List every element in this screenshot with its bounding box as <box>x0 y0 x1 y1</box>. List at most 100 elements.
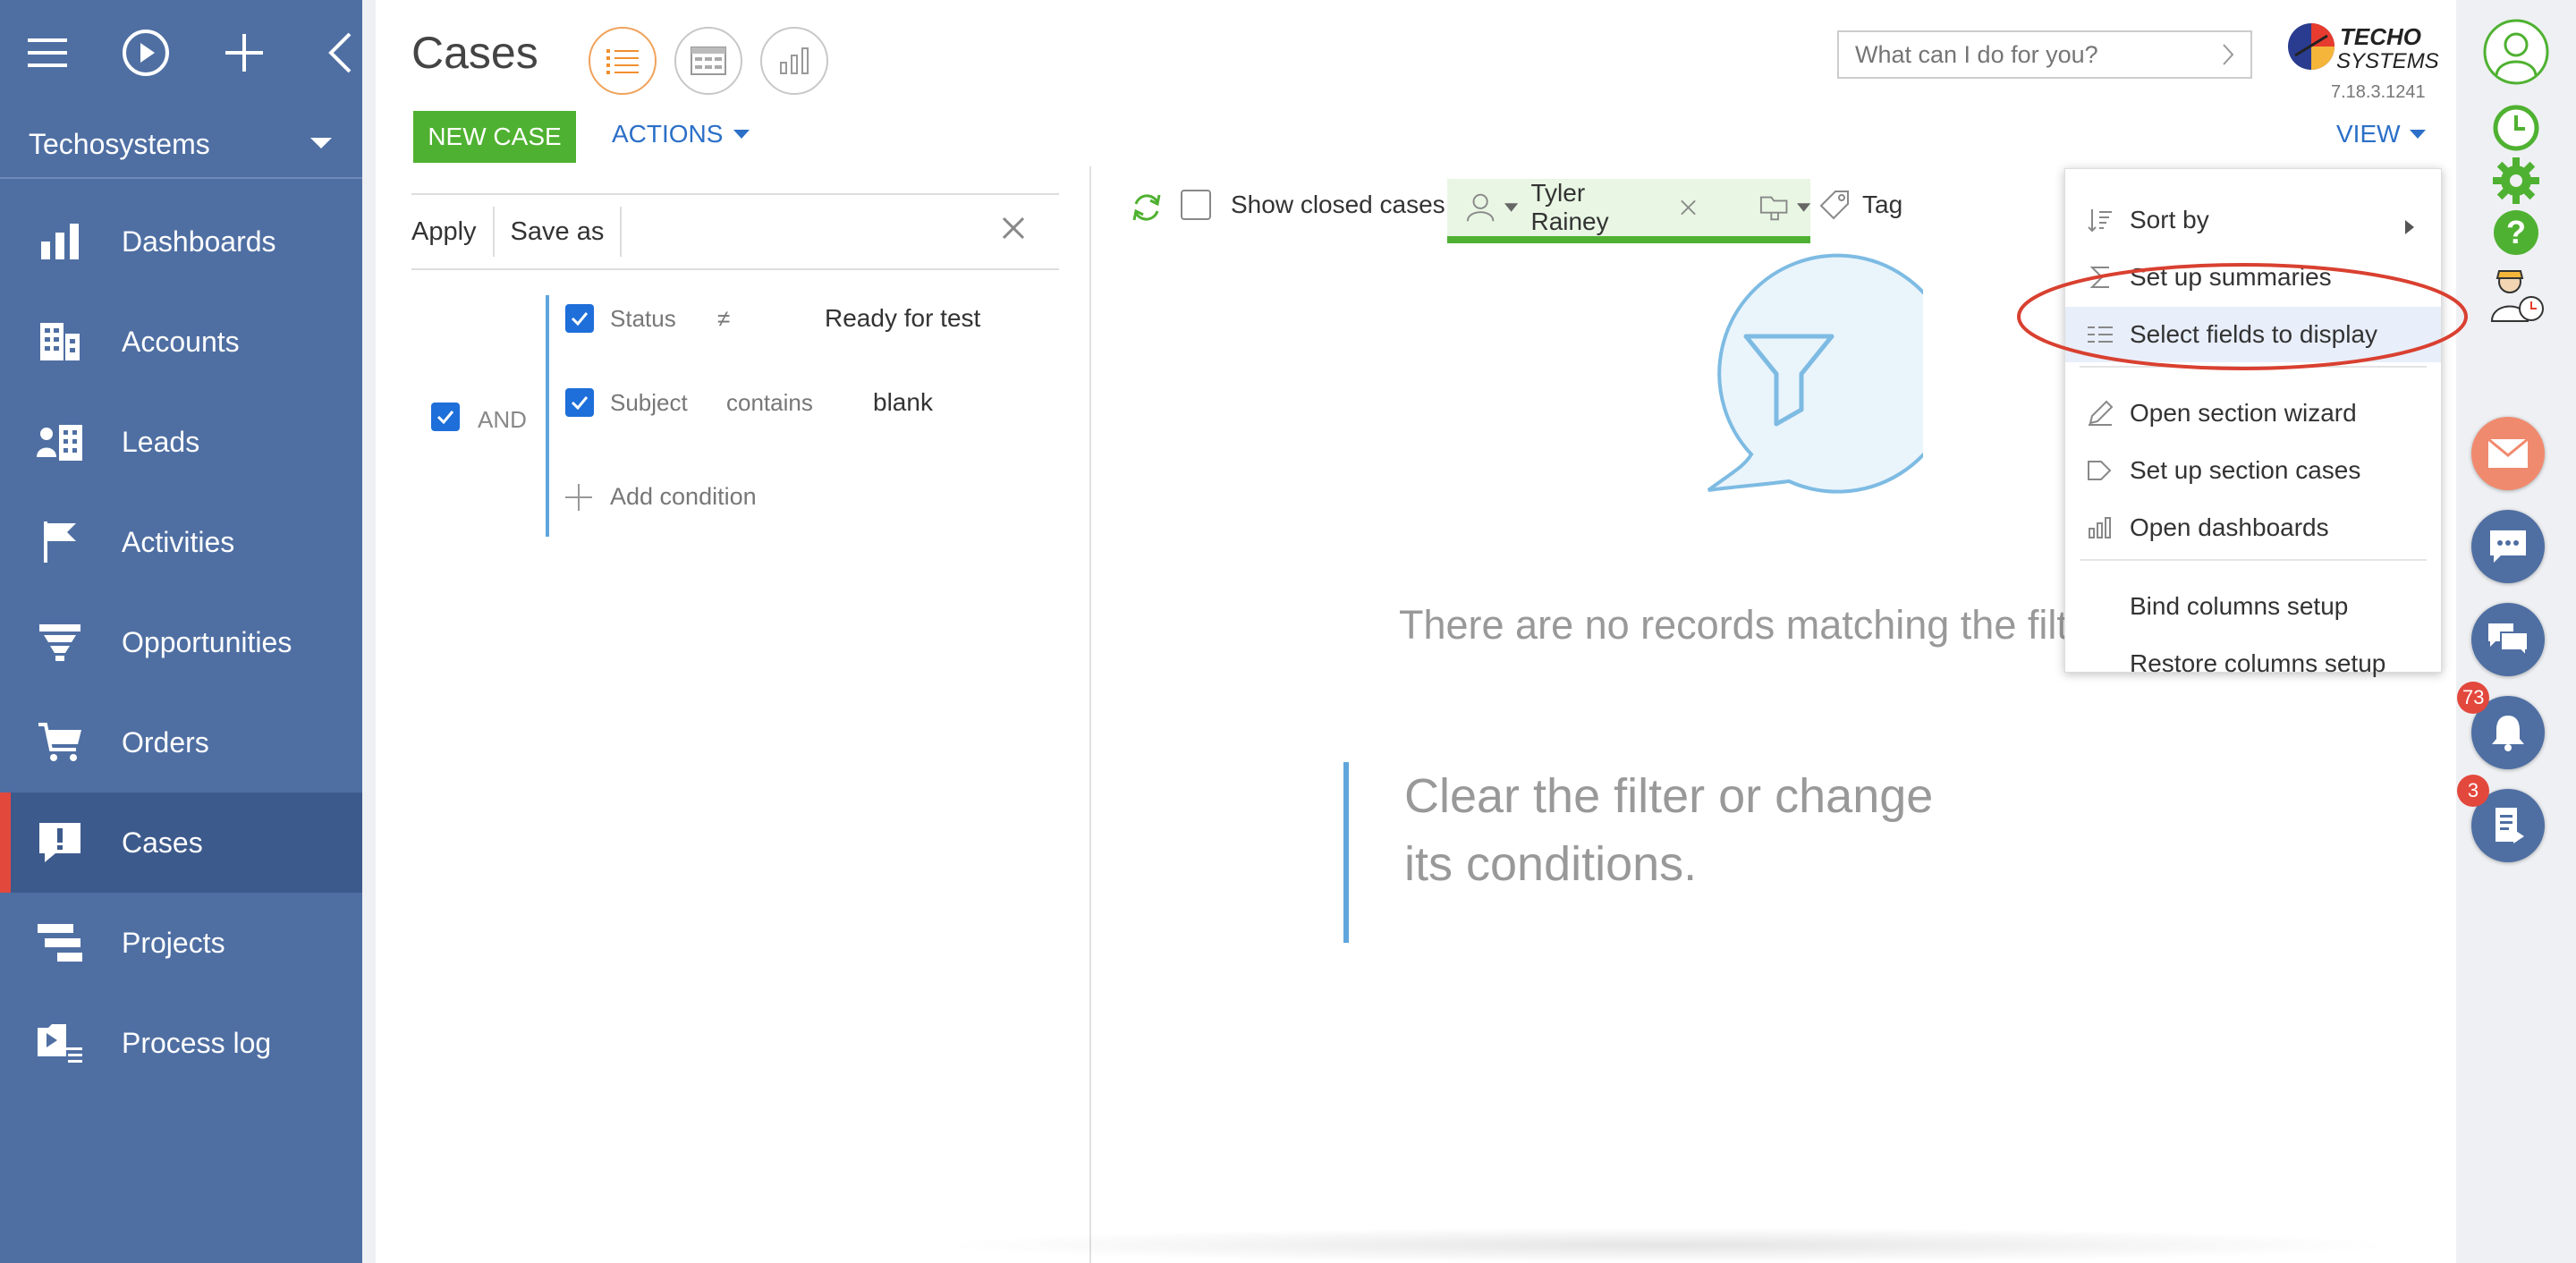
condition-checkbox[interactable] <box>565 304 594 333</box>
owner-quick-filter[interactable]: Tyler Rainey <box>1447 179 1811 243</box>
close-icon[interactable] <box>1002 216 1025 240</box>
hamburger-icon[interactable] <box>25 29 70 77</box>
menu-item-label: Sort by <box>2130 206 2209 233</box>
list-view-button[interactable] <box>589 27 657 95</box>
menu-item-set-up-section-cases[interactable]: Set up section cases <box>2065 443 2441 498</box>
process-arrow-icon <box>2085 455 2115 486</box>
chevron-down-icon[interactable] <box>1796 203 1811 212</box>
condition-field[interactable]: Subject <box>610 389 688 417</box>
menu-separator <box>2080 559 2427 561</box>
command-search[interactable] <box>1837 30 2252 79</box>
workspace-selector[interactable]: Techosystems <box>0 111 362 179</box>
show-closed-cases-toggle[interactable]: Show closed cases <box>1181 190 1445 220</box>
sidebar-item-label: Orders <box>122 725 209 759</box>
condition-checkbox[interactable] <box>565 388 594 417</box>
empty-state-hint: Clear the filter or change its condition… <box>1343 762 1970 943</box>
sidebar-item-cases[interactable]: Cases <box>0 793 362 893</box>
chevron-down-icon <box>2409 130 2426 139</box>
show-closed-checkbox[interactable] <box>1181 190 1211 220</box>
chevron-right-icon[interactable] <box>2222 43 2234 66</box>
search-input[interactable] <box>1855 40 2195 69</box>
menu-item-open-dashboards[interactable]: Open dashboards <box>2065 500 2441 555</box>
panel-divider[interactable] <box>1089 166 1091 1263</box>
feed-button[interactable] <box>2471 603 2545 676</box>
filter-toolbar: Apply Save as <box>411 193 1059 270</box>
plus-icon[interactable] <box>222 29 267 77</box>
page-title: Cases <box>411 28 538 78</box>
show-closed-label: Show closed cases <box>1231 191 1445 218</box>
view-label: VIEW <box>2336 120 2401 148</box>
sidebar-item-dashboards[interactable]: Dashboards <box>0 191 362 292</box>
gear-icon <box>2493 157 2539 204</box>
menu-item-restore-columns-setup[interactable]: Restore columns setup <box>2065 636 2441 691</box>
sidebar-nav: Dashboards Accounts Leads Activities Opp… <box>0 191 362 1093</box>
actions-label: ACTIONS <box>612 120 724 148</box>
sidebar-item-orders[interactable]: Orders <box>0 692 362 793</box>
menu-item-label: Bind columns setup <box>2130 592 2349 620</box>
tile-view-button[interactable] <box>674 27 742 95</box>
chevron-down-icon[interactable] <box>1504 203 1519 212</box>
empty-filter-illustration <box>1707 253 1923 494</box>
condition-operator[interactable]: contains <box>726 389 813 417</box>
settings-button[interactable] <box>2471 156 2561 206</box>
add-condition-button[interactable]: Add condition <box>565 483 757 511</box>
condition-field[interactable]: Status <box>610 305 676 333</box>
filter-condition-group: AND Status ≠ Ready for test Subject cont… <box>429 295 1073 537</box>
chat-icon <box>2490 530 2526 563</box>
sidebar: Techosystems Dashboards Accounts Leads A… <box>0 0 362 1263</box>
flag-icon <box>34 516 86 568</box>
check-icon <box>571 312 589 326</box>
help-button[interactable]: ? <box>2471 208 2561 258</box>
notifications-button[interactable]: 73 <box>2457 682 2545 769</box>
tag-filter-button[interactable]: Tag <box>1819 190 1902 220</box>
close-icon[interactable] <box>1680 199 1697 216</box>
sidebar-item-accounts[interactable]: Accounts <box>0 292 362 392</box>
cart-icon <box>34 716 86 768</box>
highlight-annotation-ellipse <box>2017 263 2468 370</box>
analytics-view-button[interactable] <box>760 27 828 95</box>
clock-button[interactable] <box>2471 104 2561 152</box>
owner-filter-value: Tyler Rainey <box>1530 179 1609 235</box>
process-feed-button[interactable]: 3 <box>2457 775 2545 862</box>
user-profile-button[interactable] <box>2471 16 2561 88</box>
check-icon <box>436 411 454 424</box>
play-icon[interactable] <box>122 29 170 77</box>
refresh-icon[interactable] <box>1129 190 1165 225</box>
assistant-button[interactable] <box>2471 261 2561 326</box>
sidebar-item-label: Cases <box>122 826 203 859</box>
filter-condition-row: Subject contains blank <box>565 385 933 420</box>
sidebar-item-leads[interactable]: Leads <box>0 392 362 492</box>
chevron-down-icon <box>733 130 750 139</box>
group-operator[interactable]: AND <box>478 406 527 434</box>
logo-text: TECHO <box>2340 23 2421 50</box>
new-case-button[interactable]: NEW CASE <box>413 111 576 163</box>
condition-value[interactable]: Ready for test <box>825 304 980 333</box>
condition-value[interactable]: blank <box>873 388 933 417</box>
check-icon <box>571 396 589 410</box>
email-icon <box>2487 438 2529 468</box>
menu-item-sort-by[interactable]: Sort by <box>2065 192 2441 248</box>
sidebar-item-process-log[interactable]: Process log <box>0 993 362 1093</box>
chat-button[interactable] <box>2471 510 2545 583</box>
email-button[interactable] <box>2471 417 2545 490</box>
actions-menu-button[interactable]: ACTIONS <box>612 120 750 148</box>
collapse-left-icon[interactable] <box>318 29 362 77</box>
menu-item-bind-columns-setup[interactable]: Bind columns setup <box>2065 579 2441 634</box>
group-checkbox[interactable] <box>431 403 460 431</box>
sidebar-item-projects[interactable]: Projects <box>0 893 362 993</box>
condition-operator[interactable]: ≠ <box>717 305 730 333</box>
menu-item-open-section-wizard[interactable]: Open section wizard <box>2065 386 2441 441</box>
submenu-arrow-icon <box>2405 212 2414 241</box>
version-label: 7.18.3.1241 <box>2331 82 2426 102</box>
save-as-button[interactable]: Save as <box>511 207 623 257</box>
sidebar-item-opportunities[interactable]: Opportunities <box>0 592 362 692</box>
sidebar-item-activities[interactable]: Activities <box>0 492 362 592</box>
view-menu-button[interactable]: VIEW <box>2336 120 2426 148</box>
folder-filter-icon[interactable] <box>1759 193 1790 222</box>
user-icon <box>1466 193 1495 222</box>
apply-button[interactable]: Apply <box>411 207 495 257</box>
sidebar-item-label: Accounts <box>122 325 240 358</box>
bar-chart-icon <box>2085 513 2115 543</box>
plus-icon <box>565 483 592 511</box>
avatar-icon <box>2483 19 2549 85</box>
